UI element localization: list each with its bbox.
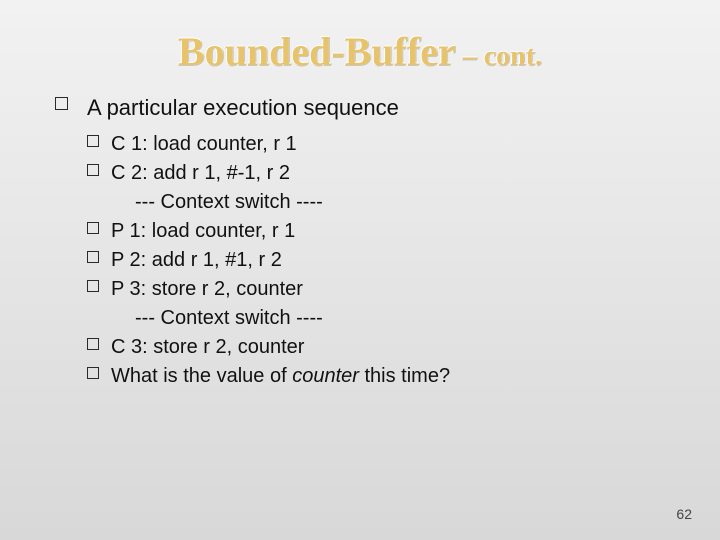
- square-bullet-icon: [87, 367, 99, 379]
- item-p1: P 1: load counter, r 1: [111, 220, 295, 242]
- item-p3: P 3: store r 2, counter: [111, 278, 303, 300]
- square-bullet-icon: [87, 164, 99, 176]
- square-bullet-icon: [55, 97, 68, 110]
- list-item: P 1: load counter, r 1: [87, 218, 665, 245]
- square-bullet-icon: [87, 338, 99, 350]
- page-number: 62: [676, 506, 692, 522]
- item-c1: C 1: load counter, r 1: [111, 133, 297, 155]
- bullet-level1: A particular execution sequence: [55, 93, 665, 123]
- level1-text: A particular execution sequence: [87, 95, 399, 120]
- item-c3: C 3: store r 2, counter: [111, 336, 304, 358]
- question-post: this time?: [359, 365, 450, 387]
- square-bullet-icon: [87, 280, 99, 292]
- sub-bullet-group: C 1: load counter, r 1 C 2: add r 1, #-1…: [55, 131, 665, 390]
- list-item: P 2: add r 1, #1, r 2: [87, 247, 665, 274]
- list-item: C 3: store r 2, counter: [87, 334, 665, 361]
- content-body: A particular execution sequence C 1: loa…: [0, 75, 720, 390]
- item-c2: C 2: add r 1, #-1, r 2: [111, 162, 290, 184]
- list-item: C 1: load counter, r 1: [87, 131, 665, 158]
- list-item: P 3: store r 2, counter: [87, 276, 665, 303]
- square-bullet-icon: [87, 222, 99, 234]
- slide: Bounded-Buffer – cont. A particular exec…: [0, 0, 720, 540]
- title-area: Bounded-Buffer – cont.: [0, 0, 720, 75]
- square-bullet-icon: [87, 135, 99, 147]
- question-emphasis: counter: [292, 365, 359, 387]
- item-p2: P 2: add r 1, #1, r 2: [111, 249, 282, 271]
- list-item-question: What is the value of counter this time?: [87, 363, 665, 390]
- context-switch-1: --- Context switch ----: [87, 189, 665, 216]
- list-item: C 2: add r 1, #-1, r 2: [87, 160, 665, 187]
- question-pre: What is the value of: [111, 365, 292, 387]
- slide-title: Bounded-Buffer: [178, 29, 456, 74]
- slide-subtitle: – cont.: [456, 41, 542, 72]
- square-bullet-icon: [87, 251, 99, 263]
- context-switch-2: --- Context switch ----: [87, 305, 665, 332]
